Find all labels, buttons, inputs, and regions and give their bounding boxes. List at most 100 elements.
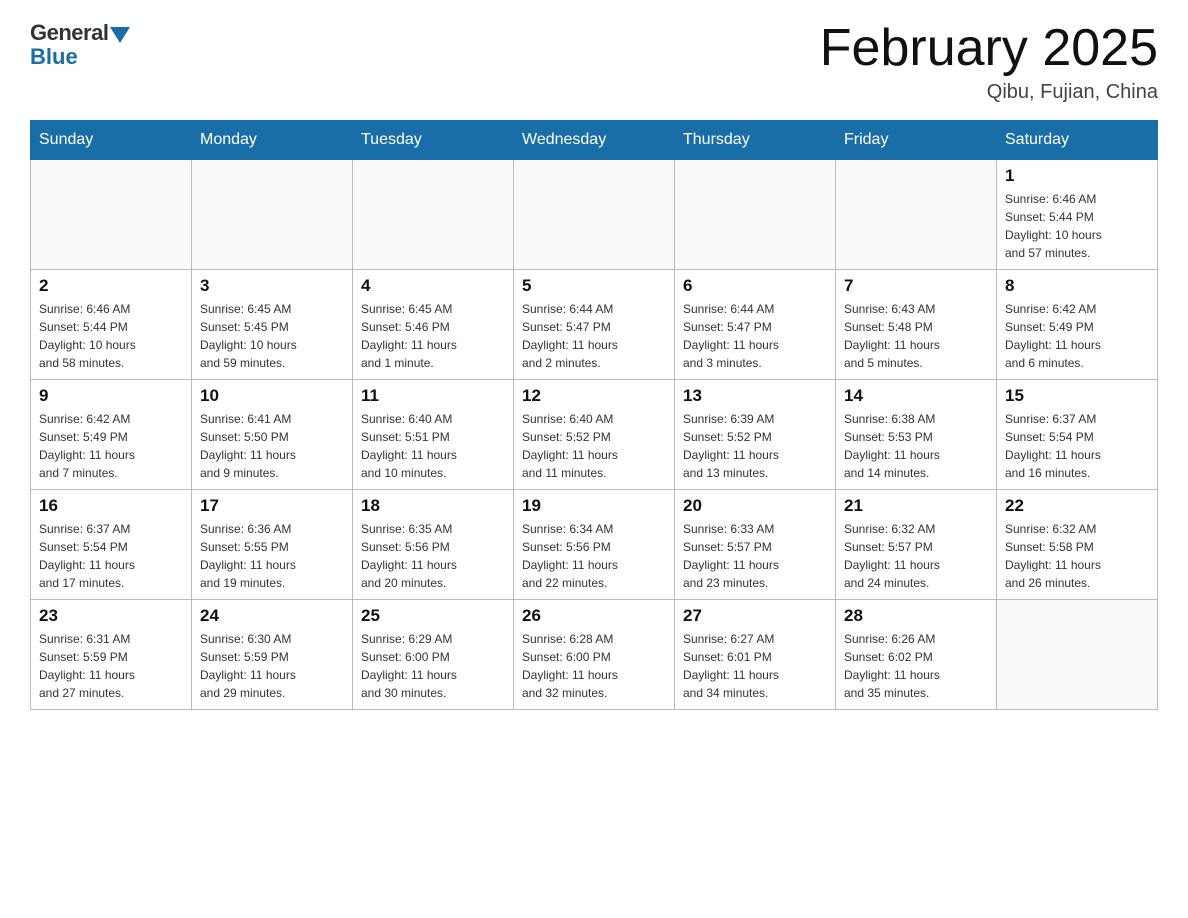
calendar-cell: 15 Sunrise: 6:37 AM Sunset: 5:54 PM Dayli… [997,380,1158,490]
day-info: Sunrise: 6:40 AM Sunset: 5:51 PM Dayligh… [361,410,505,482]
day-info: Sunrise: 6:43 AM Sunset: 5:48 PM Dayligh… [844,300,988,372]
calendar-cell: 24 Sunrise: 6:30 AM Sunset: 5:59 PM Dayli… [192,600,353,710]
calendar-cell: 26 Sunrise: 6:28 AM Sunset: 6:00 PM Dayli… [514,600,675,710]
day-info: Sunrise: 6:27 AM Sunset: 6:01 PM Dayligh… [683,630,827,702]
day-of-week-header: Sunday [31,121,192,160]
day-info: Sunrise: 6:42 AM Sunset: 5:49 PM Dayligh… [39,410,183,482]
calendar-cell: 3Sunrise: 6:45 AM Sunset: 5:45 PM Daylig… [192,270,353,380]
calendar-cell: 10Sunrise: 6:41 AM Sunset: 5:50 PM Dayli… [192,380,353,490]
day-info: Sunrise: 6:37 AM Sunset: 5:54 PM Dayligh… [39,520,183,592]
calendar-cell: 12 Sunrise: 6:40 AM Sunset: 5:52 PM Dayli… [514,380,675,490]
day-number: 15 [1005,386,1149,406]
calendar-cell: 19Sunrise: 6:34 AM Sunset: 5:56 PM Dayli… [514,490,675,600]
day-info: Sunrise: 6:39 AM Sunset: 5:52 PM Dayligh… [683,410,827,482]
day-info: Sunrise: 6:37 AM Sunset: 5:54 PM Dayligh… [1005,410,1149,482]
day-info: Sunrise: 6:29 AM Sunset: 6:00 PM Dayligh… [361,630,505,702]
day-number: 27 [683,606,827,626]
day-number: 23 [39,606,183,626]
calendar-cell [31,160,192,270]
day-of-week-header: Thursday [675,121,836,160]
day-number: 13 [683,386,827,406]
day-number: 22 [1005,496,1149,516]
day-number: 24 [200,606,344,626]
calendar-week-row: 2Sunrise: 6:46 AM Sunset: 5:44 PM Daylig… [31,270,1158,380]
day-number: 4 [361,276,505,296]
calendar-cell: 8 Sunrise: 6:42 AM Sunset: 5:49 PM Daylig… [997,270,1158,380]
calendar-cell: 13 Sunrise: 6:39 AM Sunset: 5:52 PM Dayli… [675,380,836,490]
calendar-header-row: SundayMondayTuesdayWednesdayThursdayFrid… [31,121,1158,160]
day-number: 16 [39,496,183,516]
day-number: 28 [844,606,988,626]
calendar-cell: 1 Sunrise: 6:46 AM Sunset: 5:44 PM Daylig… [997,160,1158,270]
day-number: 7 [844,276,988,296]
day-number: 5 [522,276,666,296]
day-info: Sunrise: 6:45 AM Sunset: 5:45 PM Dayligh… [200,300,344,372]
day-of-week-header: Saturday [997,121,1158,160]
day-info: Sunrise: 6:46 AM Sunset: 5:44 PM Dayligh… [1005,190,1149,262]
day-number: 1 [1005,166,1149,186]
logo-general-text: General [30,20,108,46]
day-number: 11 [361,386,505,406]
day-info: Sunrise: 6:31 AM Sunset: 5:59 PM Dayligh… [39,630,183,702]
calendar-cell: 18 Sunrise: 6:35 AM Sunset: 5:56 PM Dayli… [353,490,514,600]
calendar-cell: 22 Sunrise: 6:32 AM Sunset: 5:58 PM Dayli… [997,490,1158,600]
calendar-cell: 2Sunrise: 6:46 AM Sunset: 5:44 PM Daylig… [31,270,192,380]
calendar-cell: 28 Sunrise: 6:26 AM Sunset: 6:02 PM Dayli… [836,600,997,710]
calendar-cell: 14Sunrise: 6:38 AM Sunset: 5:53 PM Dayli… [836,380,997,490]
calendar-cell: 21Sunrise: 6:32 AM Sunset: 5:57 PM Dayli… [836,490,997,600]
day-number: 8 [1005,276,1149,296]
calendar-week-row: 1 Sunrise: 6:46 AM Sunset: 5:44 PM Daylig… [31,160,1158,270]
day-number: 20 [683,496,827,516]
day-of-week-header: Tuesday [353,121,514,160]
calendar-week-row: 9Sunrise: 6:42 AM Sunset: 5:49 PM Daylig… [31,380,1158,490]
calendar-cell [514,160,675,270]
day-number: 14 [844,386,988,406]
calendar-cell: 17 Sunrise: 6:36 AM Sunset: 5:55 PM Dayli… [192,490,353,600]
day-number: 21 [844,496,988,516]
day-info: Sunrise: 6:34 AM Sunset: 5:56 PM Dayligh… [522,520,666,592]
day-number: 6 [683,276,827,296]
day-info: Sunrise: 6:46 AM Sunset: 5:44 PM Dayligh… [39,300,183,372]
day-number: 12 [522,386,666,406]
calendar-cell [836,160,997,270]
day-info: Sunrise: 6:32 AM Sunset: 5:58 PM Dayligh… [1005,520,1149,592]
calendar-table: SundayMondayTuesdayWednesdayThursdayFrid… [30,120,1158,710]
day-info: Sunrise: 6:36 AM Sunset: 5:55 PM Dayligh… [200,520,344,592]
day-info: Sunrise: 6:26 AM Sunset: 6:02 PM Dayligh… [844,630,988,702]
title-block: February 2025 Qibu, Fujian, China [820,20,1158,104]
day-info: Sunrise: 6:33 AM Sunset: 5:57 PM Dayligh… [683,520,827,592]
calendar-cell: 9Sunrise: 6:42 AM Sunset: 5:49 PM Daylig… [31,380,192,490]
calendar-cell: 27 Sunrise: 6:27 AM Sunset: 6:01 PM Dayli… [675,600,836,710]
day-info: Sunrise: 6:41 AM Sunset: 5:50 PM Dayligh… [200,410,344,482]
calendar-cell [997,600,1158,710]
calendar-cell: 7 Sunrise: 6:43 AM Sunset: 5:48 PM Daylig… [836,270,997,380]
calendar-week-row: 16 Sunrise: 6:37 AM Sunset: 5:54 PM Dayli… [31,490,1158,600]
month-title: February 2025 [820,20,1158,77]
calendar-cell: 4 Sunrise: 6:45 AM Sunset: 5:46 PM Daylig… [353,270,514,380]
day-info: Sunrise: 6:30 AM Sunset: 5:59 PM Dayligh… [200,630,344,702]
page-header: General Blue February 2025 Qibu, Fujian,… [30,20,1158,104]
day-info: Sunrise: 6:40 AM Sunset: 5:52 PM Dayligh… [522,410,666,482]
day-of-week-header: Friday [836,121,997,160]
day-info: Sunrise: 6:45 AM Sunset: 5:46 PM Dayligh… [361,300,505,372]
calendar-cell: 11 Sunrise: 6:40 AM Sunset: 5:51 PM Dayli… [353,380,514,490]
day-info: Sunrise: 6:42 AM Sunset: 5:49 PM Dayligh… [1005,300,1149,372]
calendar-cell [353,160,514,270]
day-number: 17 [200,496,344,516]
calendar-cell: 6 Sunrise: 6:44 AM Sunset: 5:47 PM Daylig… [675,270,836,380]
day-number: 25 [361,606,505,626]
day-info: Sunrise: 6:44 AM Sunset: 5:47 PM Dayligh… [522,300,666,372]
day-info: Sunrise: 6:44 AM Sunset: 5:47 PM Dayligh… [683,300,827,372]
day-number: 18 [361,496,505,516]
calendar-cell: 20 Sunrise: 6:33 AM Sunset: 5:57 PM Dayli… [675,490,836,600]
calendar-cell: 23 Sunrise: 6:31 AM Sunset: 5:59 PM Dayli… [31,600,192,710]
day-number: 26 [522,606,666,626]
logo-arrow-icon [110,27,130,43]
day-of-week-header: Monday [192,121,353,160]
calendar-cell [192,160,353,270]
logo: General Blue [30,20,130,70]
calendar-cell: 25 Sunrise: 6:29 AM Sunset: 6:00 PM Dayli… [353,600,514,710]
day-info: Sunrise: 6:35 AM Sunset: 5:56 PM Dayligh… [361,520,505,592]
calendar-cell: 5 Sunrise: 6:44 AM Sunset: 5:47 PM Daylig… [514,270,675,380]
day-info: Sunrise: 6:28 AM Sunset: 6:00 PM Dayligh… [522,630,666,702]
